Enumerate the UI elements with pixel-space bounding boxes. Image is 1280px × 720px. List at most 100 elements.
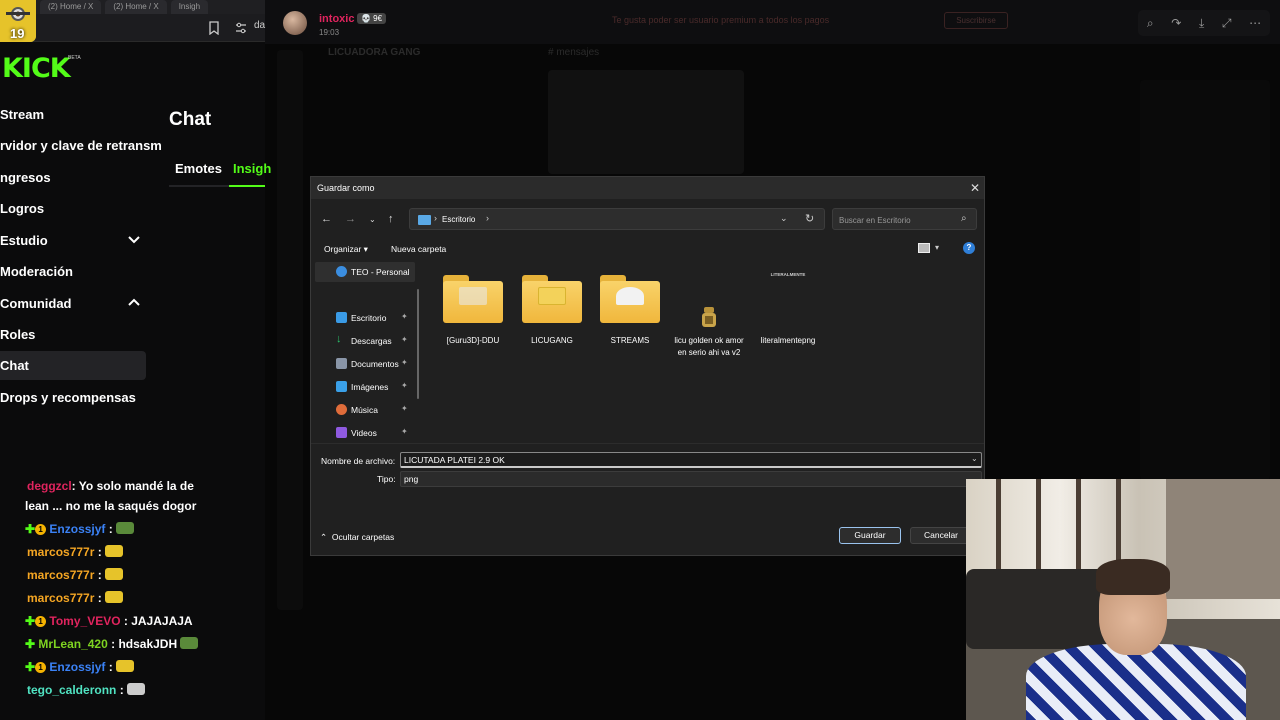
nav-item-comunidad[interactable]: Comunidad xyxy=(0,296,72,311)
minion-emote-icon xyxy=(105,568,124,580)
nav-item-stream[interactable]: Stream xyxy=(0,107,44,122)
sidebar-item-musica[interactable]: Música ✦ xyxy=(315,400,415,420)
chat-text: : xyxy=(116,683,124,697)
chevron-down-icon[interactable]: ⌄ xyxy=(971,454,978,463)
navigation-pane: › TEO - Personal Escritorio ✦ ↓ Descarga… xyxy=(315,261,418,443)
face-emote-icon xyxy=(127,683,146,695)
chat-message: ✚ MrLean_420 : hdsakJDH xyxy=(25,635,199,653)
plus-badge-icon: ✚ xyxy=(25,522,36,536)
user-badge: 💀 9€ xyxy=(357,13,387,24)
nav-item-drops[interactable]: Drops y recompensas xyxy=(0,390,136,405)
chevron-down-icon[interactable] xyxy=(127,235,141,245)
plus-badge-icon: ✚ xyxy=(25,614,36,628)
forward-arrow-icon[interactable]: → xyxy=(345,213,356,225)
type-select[interactable]: png xyxy=(400,471,982,487)
chat-username: marcos777r xyxy=(27,568,95,582)
browser-toolbar: da xyxy=(0,14,265,42)
file-item-folder[interactable]: LICUGANG xyxy=(512,273,592,373)
browser-tab[interactable]: Insigh xyxy=(170,0,209,14)
nav-item-logros[interactable]: Logros xyxy=(0,201,44,216)
cancel-button[interactable]: Cancelar xyxy=(910,527,972,544)
nav-item-chat[interactable]: Chat xyxy=(0,358,29,373)
filename-input[interactable] xyxy=(404,454,964,466)
chevron-right-icon[interactable]: › xyxy=(434,213,437,223)
download-icon[interactable]: ⤓ xyxy=(1199,16,1204,31)
sidebar-item-teo-personal[interactable]: TEO - Personal xyxy=(315,262,415,282)
save-button[interactable]: Guardar xyxy=(839,527,901,544)
chat-message: ✚ 1 Enzossjyf : xyxy=(25,658,135,676)
minion-emote-icon xyxy=(105,591,124,603)
tab-emotes[interactable]: Emotes xyxy=(175,161,222,176)
tab-active-indicator xyxy=(229,185,265,187)
profile-avatar[interactable]: 19 xyxy=(0,0,36,42)
zoom-icon[interactable]: ⌕ xyxy=(1147,16,1154,31)
sidebar-item-documentos[interactable]: Documentos ✦ xyxy=(315,354,415,374)
username[interactable]: intoxic xyxy=(319,13,354,25)
organize-button[interactable]: Organizar ▾ xyxy=(324,244,368,255)
chevron-down-icon[interactable]: ⌄ xyxy=(780,213,788,224)
sub-badge-icon: 1 xyxy=(35,662,47,673)
plus-badge-icon: ✚ xyxy=(25,660,36,674)
bookmark-icon[interactable] xyxy=(208,21,220,35)
user-avatar[interactable] xyxy=(283,11,307,35)
chevron-down-icon[interactable]: ▾ xyxy=(935,243,939,252)
back-arrow-icon[interactable]: ← xyxy=(321,213,332,225)
nav-item-ingresos[interactable]: ngresos xyxy=(0,170,51,185)
address-breadcrumb[interactable]: › Escritorio › ⌄ ↻ xyxy=(409,208,825,230)
file-item-folder[interactable]: STREAMS xyxy=(590,273,670,373)
download-icon: ↓ xyxy=(336,333,342,345)
file-name: STREAMS xyxy=(610,336,650,345)
folder-icon xyxy=(522,275,582,323)
screen: intoxic 💀 9€ 19:03 Te gusta poder ser us… xyxy=(0,0,1280,720)
breadcrumb-escritorio[interactable]: Escritorio xyxy=(442,215,475,224)
site-settings-icon[interactable] xyxy=(234,21,248,35)
file-item-image[interactable]: licu golden ok amor en serio ahi va v2 xyxy=(669,273,749,373)
search-input[interactable] xyxy=(839,214,957,226)
chevron-up-icon[interactable] xyxy=(127,297,141,307)
search-icon[interactable]: ⌕ xyxy=(961,213,967,224)
minion-emote-icon xyxy=(105,545,124,557)
forward-icon[interactable]: ↷ xyxy=(1171,16,1181,30)
open-external-icon[interactable]: ⤢ xyxy=(1222,16,1232,31)
new-folder-button[interactable]: Nueva carpeta xyxy=(391,244,446,254)
subscribe-button[interactable]: Suscribirse xyxy=(944,12,1008,29)
address-bar[interactable]: da xyxy=(254,20,265,31)
type-label: Tipo: xyxy=(377,474,396,484)
cam-wall xyxy=(1166,479,1280,599)
file-item-image[interactable]: LITERALMENTE literalmentepng xyxy=(748,272,828,373)
chat-message: ✚ 1 Tomy_VEVO : JAJAJAJA xyxy=(25,612,193,630)
more-icon[interactable]: ⋯ xyxy=(1249,16,1261,30)
kick-logo[interactable]: KICK xyxy=(2,53,71,84)
close-icon[interactable]: ✕ xyxy=(970,181,980,195)
nav-item-server-key[interactable]: rvidor y clave de retransm xyxy=(0,138,162,153)
sidebar-item-imagenes[interactable]: Imágenes ✦ xyxy=(315,377,415,397)
viewer-toolbar: ⌕ ↷ ⤓ ⤢ ⋯ xyxy=(1138,10,1270,36)
file-item-folder[interactable]: [Guru3D]-DDU xyxy=(433,273,513,373)
file-name: literalmentepng xyxy=(760,336,816,345)
hide-folders-toggle[interactable]: ⌃ Ocultar carpetas xyxy=(320,532,394,543)
sidebar-scrollbar[interactable] xyxy=(417,289,419,399)
up-arrow-icon[interactable]: ↑ xyxy=(388,213,394,225)
pin-icon: ✦ xyxy=(401,381,408,390)
sidebar-item-descargas[interactable]: ↓ Descargas ✦ xyxy=(315,331,415,351)
pin-icon: ✦ xyxy=(401,427,408,436)
sidebar-item-label: Imágenes xyxy=(351,382,389,392)
refresh-icon[interactable]: ↻ xyxy=(805,212,814,225)
chat-message: deggzcl: Yo solo mandé la de xyxy=(27,477,194,495)
nav-item-estudio[interactable]: Estudio xyxy=(0,233,48,248)
dialog-titlebar[interactable] xyxy=(311,177,984,199)
chevron-right-icon[interactable]: › xyxy=(486,213,489,223)
nav-item-roles[interactable]: Roles xyxy=(0,327,35,342)
chat-username: MrLean_420 xyxy=(38,637,108,651)
browser-tab[interactable]: (2) Home / X xyxy=(105,0,167,14)
nav-item-moderacion[interactable]: Moderación xyxy=(0,264,73,279)
chat-text: : xyxy=(94,545,102,559)
recent-locations-icon[interactable]: ⌄ xyxy=(369,215,376,224)
sidebar-item-escritorio[interactable]: Escritorio ✦ xyxy=(315,308,415,328)
tab-insignias[interactable]: Insigh xyxy=(233,161,271,176)
filename-label: Nombre de archivo: xyxy=(321,456,396,466)
browser-tab[interactable]: (2) Home / X xyxy=(40,0,102,14)
help-icon[interactable]: ? xyxy=(963,242,975,254)
view-options-icon[interactable] xyxy=(918,243,930,253)
sidebar-item-videos[interactable]: Videos ✦ xyxy=(315,423,415,443)
